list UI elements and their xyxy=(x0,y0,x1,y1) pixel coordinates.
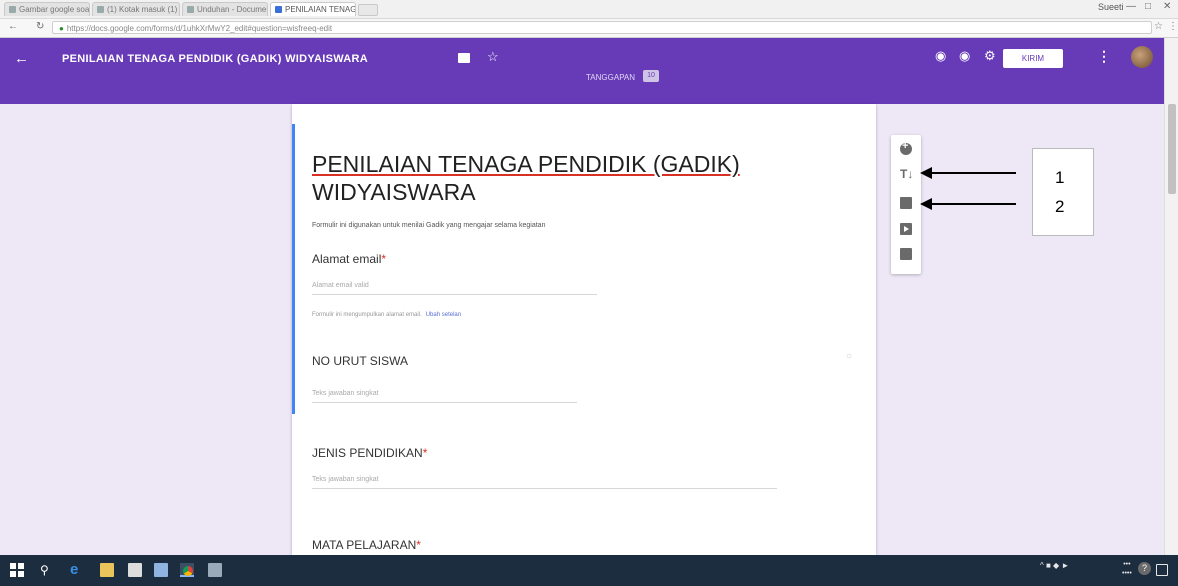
question-title-subject[interactable]: MATA PELAJARAN* xyxy=(312,538,421,552)
browser-profile[interactable]: Sueeti xyxy=(1098,2,1124,12)
browser-tab[interactable]: Gambar google soal xyxy=(4,2,90,16)
tab-favicon-icon xyxy=(9,6,16,13)
browser-tab[interactable]: Unduhan - Document xyxy=(182,2,268,16)
question-title-email[interactable]: Alamat email* xyxy=(312,252,386,266)
browser-tab[interactable]: (1) Kotak masuk (1) - jagga xyxy=(92,2,180,16)
search-icon[interactable]: ⚲ xyxy=(40,563,54,577)
annotation-label-1: 1 xyxy=(1055,168,1065,187)
form-side-toolbar: T↓ xyxy=(891,135,921,274)
form-description[interactable]: Formulir ini digunakan untuk menilai Gad… xyxy=(312,222,545,229)
bookmark-star-icon[interactable]: ☆ xyxy=(1154,21,1163,32)
maximize-icon[interactable]: □ xyxy=(1145,1,1151,12)
taskbar-app-icon[interactable] xyxy=(208,563,222,577)
email-answer-field: Alamat email valid xyxy=(312,280,597,295)
add-image-icon[interactable] xyxy=(900,197,912,209)
question-drag-handle-icon[interactable]: ○ xyxy=(846,351,852,362)
tab-favicon-icon xyxy=(97,6,104,13)
short-answer-field: Teks jawaban singkat xyxy=(312,388,577,403)
annotation-arrow-1 xyxy=(920,167,1016,179)
send-button[interactable]: KIRIM xyxy=(1003,49,1063,68)
lock-icon: ● xyxy=(59,24,64,33)
document-title[interactable]: PENILAIAN TENAGA PENDIDIK (GADIK) WIDYAI… xyxy=(62,53,368,65)
change-settings-link[interactable]: Ubah setelan xyxy=(426,312,461,318)
add-title-icon[interactable]: T↓ xyxy=(900,168,913,180)
tab-questions[interactable]: PERTANYAAN xyxy=(478,73,531,91)
folder-icon[interactable] xyxy=(458,53,470,63)
page-scrollbar[interactable] xyxy=(1164,38,1178,555)
browser-tab-active[interactable]: PENILAIAN TENAGA P xyxy=(270,2,356,16)
star-icon[interactable]: ☆ xyxy=(487,49,499,65)
responses-count-badge: 10 xyxy=(643,70,659,82)
annotation-label-2: 2 xyxy=(1055,197,1065,216)
browser-menu-icon[interactable]: ⋮ xyxy=(1168,21,1178,32)
store-icon[interactable] xyxy=(128,563,142,577)
question-title-student-number[interactable]: NO URUT SISWA xyxy=(312,354,408,368)
url-input[interactable]: ● https://docs.google.com/forms/d/1uhkXrM… xyxy=(52,21,1152,34)
question-title-education-type[interactable]: JENIS PENDIDIKAN* xyxy=(312,446,427,460)
form-title[interactable]: PENILAIAN TENAGA PENDIDIK (GADIK) WIDYAI… xyxy=(312,150,832,206)
help-icon[interactable]: ? xyxy=(1138,562,1151,575)
photos-icon[interactable] xyxy=(154,563,168,577)
browser-address-bar: ← ↻ ● https://docs.google.com/forms/d/1uh… xyxy=(0,19,1178,38)
active-section-indicator xyxy=(292,124,295,414)
forms-favicon-icon xyxy=(275,6,282,13)
tab-favicon-icon xyxy=(187,6,194,13)
back-icon[interactable]: ← xyxy=(8,21,18,32)
form-tabs: PERTANYAAN TANGGAPAN 10 xyxy=(458,70,708,93)
more-options-icon[interactable]: ⋮ xyxy=(1097,48,1111,65)
scrollbar-thumb[interactable] xyxy=(1168,104,1176,194)
close-icon[interactable]: ✕ xyxy=(1163,1,1171,12)
avatar[interactable] xyxy=(1131,46,1153,68)
browser-tab-bar: Gambar google soal (1) Kotak masuk (1) -… xyxy=(0,0,1178,19)
reload-icon[interactable]: ↻ xyxy=(36,21,44,32)
minimize-icon[interactable]: — xyxy=(1126,1,1136,12)
preview-icon[interactable]: ◉ xyxy=(959,48,970,64)
system-tray[interactable]: ^ ■ ◆ ► xyxy=(1040,561,1069,570)
settings-icon[interactable]: ⚙ xyxy=(984,48,996,64)
file-explorer-icon[interactable] xyxy=(100,563,114,577)
add-video-icon[interactable] xyxy=(900,223,912,235)
form-card: PENILAIAN TENAGA PENDIDIK (GADIK) WIDYAI… xyxy=(292,104,876,555)
edge-browser-icon[interactable]: e xyxy=(70,562,84,577)
annotation-callout: 1 2 xyxy=(1032,148,1094,236)
palette-icon[interactable]: ◉ xyxy=(935,48,946,64)
annotation-arrow-2 xyxy=(920,198,1016,210)
clock[interactable]: ••• •••• xyxy=(1122,560,1132,578)
chrome-icon[interactable] xyxy=(180,563,194,577)
back-arrow-icon[interactable]: ← xyxy=(14,50,29,67)
forms-header: ← PENILAIAN TENAGA PENDIDIK (GADIK) WIDY… xyxy=(0,38,1178,104)
windows-start-icon[interactable] xyxy=(10,563,24,577)
add-question-icon[interactable] xyxy=(900,140,912,155)
email-collection-note: Formulir ini mengumpulkan alamat email. U… xyxy=(312,312,462,318)
add-section-icon[interactable] xyxy=(900,248,912,260)
form-title-line: WIDYAISWARA xyxy=(312,179,476,205)
form-title-line: PENILAIAN TENAGA PENDIDIK (GADIK) xyxy=(312,151,740,177)
windows-taskbar: ⚲ e ^ ■ ◆ ► ••• •••• xyxy=(0,555,1178,586)
short-answer-field: Teks jawaban singkat xyxy=(312,474,777,489)
notification-icon[interactable] xyxy=(1156,564,1168,576)
tab-responses[interactable]: TANGGAPAN xyxy=(586,73,635,82)
new-tab-button[interactable] xyxy=(358,4,378,16)
